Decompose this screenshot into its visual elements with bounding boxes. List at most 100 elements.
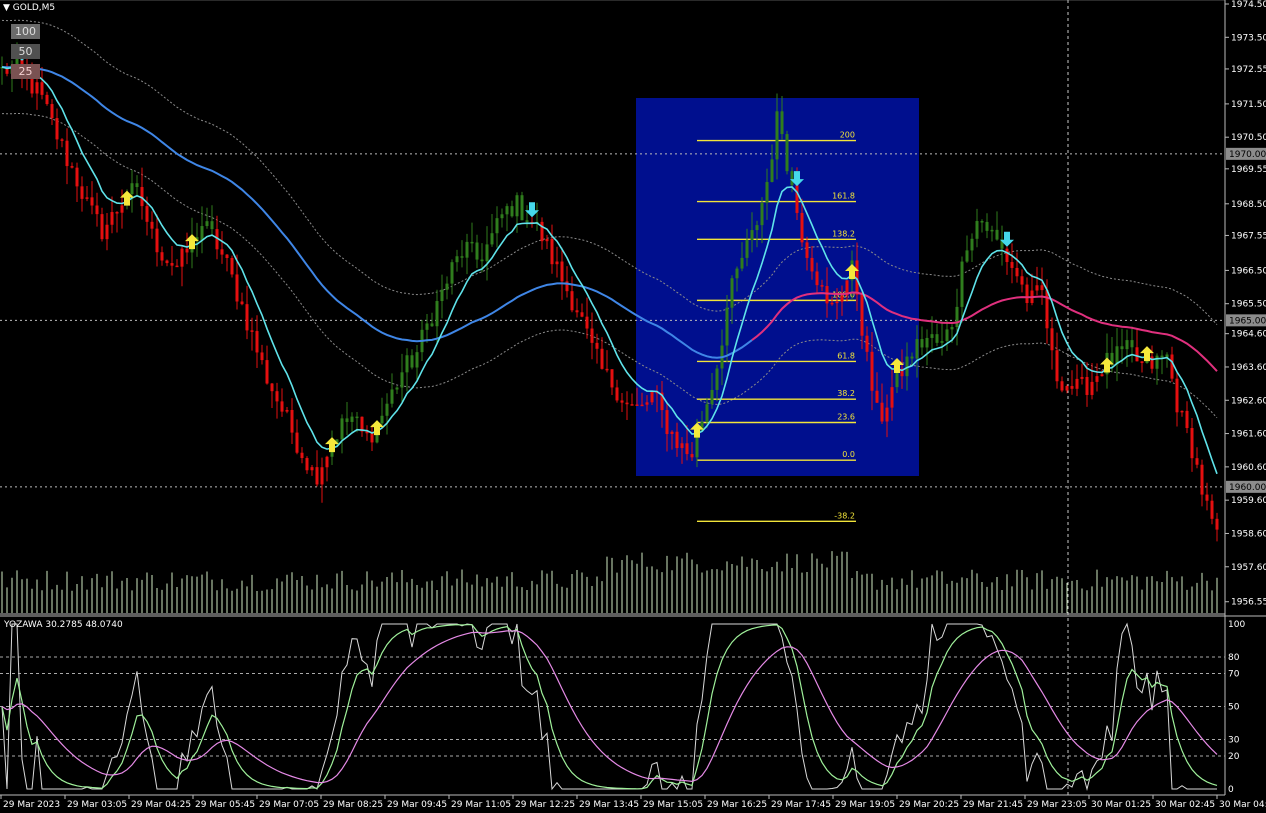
candle xyxy=(785,134,789,172)
candle xyxy=(260,352,264,361)
price-tick-label: 1973.50 xyxy=(1231,33,1266,43)
candle xyxy=(510,206,514,217)
candle xyxy=(770,159,774,182)
candle xyxy=(485,244,489,262)
dropdown-triangle-icon[interactable]: ▼ xyxy=(3,3,10,13)
candle xyxy=(940,341,944,343)
time-tick-label: 29 Mar 11:05 xyxy=(451,800,511,810)
candle xyxy=(1020,276,1024,285)
price-tick-label: 1964.60 xyxy=(1231,330,1266,340)
candle xyxy=(270,383,274,392)
candle xyxy=(200,226,204,241)
envelope-bands xyxy=(1,19,1218,419)
candle xyxy=(970,238,974,251)
candle xyxy=(1120,346,1124,350)
candle xyxy=(600,348,604,369)
candle xyxy=(1075,378,1079,389)
time-tick-label: 29 Mar 08:25 xyxy=(323,800,383,810)
candle xyxy=(640,404,644,407)
candle xyxy=(730,278,734,308)
candle xyxy=(405,355,409,373)
candle xyxy=(1090,381,1094,395)
candle xyxy=(595,342,599,349)
candle xyxy=(915,339,919,359)
candle xyxy=(250,330,254,332)
candle xyxy=(130,183,134,195)
scale-button-50[interactable]: 50 xyxy=(11,44,40,59)
candle xyxy=(75,167,79,187)
candle xyxy=(555,261,559,265)
fibonacci-level-label: 200 xyxy=(840,131,855,140)
oscillator-header: YOZAWA 30.2785 48.0740 xyxy=(4,620,123,630)
price-tick-label: 1963.60 xyxy=(1231,363,1266,373)
price-tick-label: 1959.60 xyxy=(1231,496,1266,506)
price-tick-label: 1971.50 xyxy=(1231,100,1266,110)
fibonacci-level-label: 38.2 xyxy=(837,389,855,398)
candle xyxy=(50,104,54,119)
candle xyxy=(1115,346,1119,365)
candle xyxy=(1060,381,1064,391)
candle xyxy=(225,254,229,259)
moving-averages xyxy=(1,64,1218,475)
candle xyxy=(80,186,84,199)
price-tick-label: 1972.55 xyxy=(1231,65,1266,75)
candle xyxy=(575,310,579,313)
candle xyxy=(1055,350,1059,382)
candle xyxy=(765,181,769,203)
candle xyxy=(790,171,794,186)
time-tick-label: 30 Mar 01:25 xyxy=(1091,800,1151,810)
candle xyxy=(910,356,914,359)
candle xyxy=(340,418,344,440)
candle xyxy=(1185,410,1189,429)
time-tick-label: 29 Mar 2023 xyxy=(3,800,60,810)
candle xyxy=(390,389,394,404)
scale-button-100[interactable]: 100 xyxy=(11,24,40,39)
candle xyxy=(800,212,804,243)
candle xyxy=(355,416,359,419)
candle xyxy=(710,389,714,405)
fibonacci-level-label: 61.8 xyxy=(837,351,855,360)
candle xyxy=(285,409,289,412)
candle xyxy=(685,443,689,455)
candle xyxy=(980,221,984,223)
candle xyxy=(235,274,239,302)
candle xyxy=(415,352,419,368)
candle xyxy=(400,372,404,388)
candle xyxy=(620,400,624,403)
fibonacci-level-label: 161.8 xyxy=(832,192,855,201)
candle xyxy=(455,256,459,263)
candle xyxy=(220,249,224,255)
candle xyxy=(1045,290,1049,329)
scale-button-25[interactable]: 25 xyxy=(11,64,40,79)
candle xyxy=(950,327,954,330)
price-tick-label: 1970.50 xyxy=(1231,133,1266,143)
trading-chart[interactable]: 200161.8138.2100.061.838.223.60.0-38.2 1… xyxy=(0,0,1266,813)
candle xyxy=(1050,328,1054,351)
candle xyxy=(875,390,879,403)
candle xyxy=(740,257,744,269)
candle xyxy=(445,283,449,290)
price-tick-label: 1960.60 xyxy=(1231,463,1266,473)
candle xyxy=(870,351,874,391)
candle xyxy=(1005,248,1009,263)
candle xyxy=(990,229,994,232)
time-tick-label: 29 Mar 17:45 xyxy=(771,800,831,810)
candle xyxy=(1195,458,1199,465)
candle xyxy=(1040,285,1044,291)
candle xyxy=(905,356,909,377)
candle xyxy=(775,111,779,160)
candle xyxy=(715,368,719,390)
candle xyxy=(1065,386,1069,391)
candle xyxy=(110,212,114,225)
candle xyxy=(265,360,269,384)
candle xyxy=(425,323,429,330)
candle xyxy=(690,454,694,458)
candle xyxy=(1200,464,1204,495)
candle xyxy=(1210,500,1214,519)
candle xyxy=(810,257,814,272)
candle xyxy=(310,467,314,471)
oscillator-tick-label: 70 xyxy=(1228,670,1240,680)
candle xyxy=(705,404,709,422)
candle xyxy=(725,307,729,346)
candle xyxy=(90,197,94,206)
